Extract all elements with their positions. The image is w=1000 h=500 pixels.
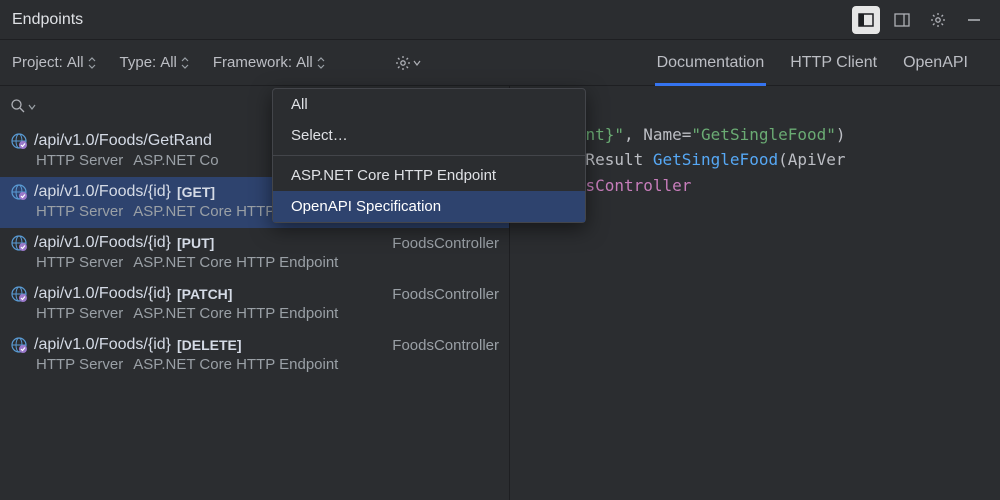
endpoint-path: /api/v1.0/Foods/{id} [34, 234, 171, 252]
endpoint-method: [DELETE] [177, 337, 242, 353]
popup-item[interactable]: Select… [273, 120, 585, 151]
endpoint-server: HTTP Server [36, 152, 123, 169]
endpoint-row[interactable]: /api/v1.0/Foods/{id} [DELETE] FoodsContro… [0, 330, 509, 381]
project-filter-value: All [67, 54, 84, 71]
endpoint-path: /api/v1.0/Foods/{id} [34, 336, 171, 354]
endpoint-path: /api/v1.0/Foods/{id} [34, 183, 171, 201]
endpoint-framework: ASP.NET Core HTTP Endpoint [133, 305, 338, 322]
endpoint-path: /api/v1.0/Foods/GetRand [34, 132, 212, 150]
endpoint-icon [10, 234, 28, 252]
framework-filter-label: Framework: [213, 54, 292, 71]
endpoint-server: HTTP Server [36, 356, 123, 373]
popup-item[interactable]: All [273, 89, 585, 120]
gear-icon[interactable] [924, 6, 952, 34]
popup-item[interactable]: OpenAPI Specification [273, 191, 585, 222]
type-filter-label: Type: [120, 54, 157, 71]
endpoint-server: HTTP Server [36, 254, 123, 271]
endpoint-row[interactable]: /api/v1.0/Foods/{id} [PUT] FoodsControlle… [0, 228, 509, 279]
tab-http-client[interactable]: HTTP Client [788, 40, 879, 85]
chevron-updown-icon [317, 57, 325, 69]
endpoint-path: /api/v1.0/Foods/{id} [34, 285, 171, 303]
chevron-updown-icon [88, 57, 96, 69]
tab-openapi[interactable]: OpenAPI [901, 40, 970, 85]
framework-filter-value: All [296, 54, 313, 71]
framework-filter-popup: AllSelect… ASP.NET Core HTTP EndpointOpen… [272, 88, 586, 223]
endpoint-method: [PATCH] [177, 286, 232, 302]
endpoint-framework: ASP.NET Co [133, 152, 218, 169]
endpoint-method: [GET] [177, 184, 215, 200]
search-icon[interactable] [10, 98, 26, 114]
window-title: Endpoints [12, 11, 852, 29]
endpoint-framework: ASP.NET Core HTTP Endpoint [133, 356, 338, 373]
minimize-icon[interactable] [960, 6, 988, 34]
chevron-updown-icon [181, 57, 189, 69]
layout-icon[interactable] [888, 6, 916, 34]
panel-toggle-icon[interactable] [852, 6, 880, 34]
project-filter[interactable]: Project: All [6, 50, 102, 75]
type-filter-value: All [160, 54, 177, 71]
project-filter-label: Project: [12, 54, 63, 71]
endpoint-controller: FoodsController [392, 235, 499, 252]
type-filter[interactable]: Type: All [114, 50, 195, 75]
framework-filter[interactable]: Framework: All [207, 50, 331, 75]
endpoint-method: [PUT] [177, 235, 214, 251]
endpoint-server: HTTP Server [36, 203, 123, 220]
endpoint-framework: ASP.NET Core HTTP Endpoint [133, 254, 338, 271]
endpoint-server: HTTP Server [36, 305, 123, 322]
endpoint-row[interactable]: /api/v1.0/Foods/{id} [PATCH] FoodsControl… [0, 279, 509, 330]
filter-settings-icon[interactable] [389, 51, 427, 75]
tab-documentation[interactable]: Documentation [655, 40, 767, 85]
endpoint-icon [10, 183, 28, 201]
endpoint-icon [10, 336, 28, 354]
endpoint-icon [10, 285, 28, 303]
endpoint-controller: FoodsController [392, 337, 499, 354]
endpoint-icon [10, 132, 28, 150]
chevron-down-icon[interactable] [28, 98, 36, 114]
popup-item[interactable]: ASP.NET Core HTTP Endpoint [273, 160, 585, 191]
endpoint-controller: FoodsController [392, 286, 499, 303]
